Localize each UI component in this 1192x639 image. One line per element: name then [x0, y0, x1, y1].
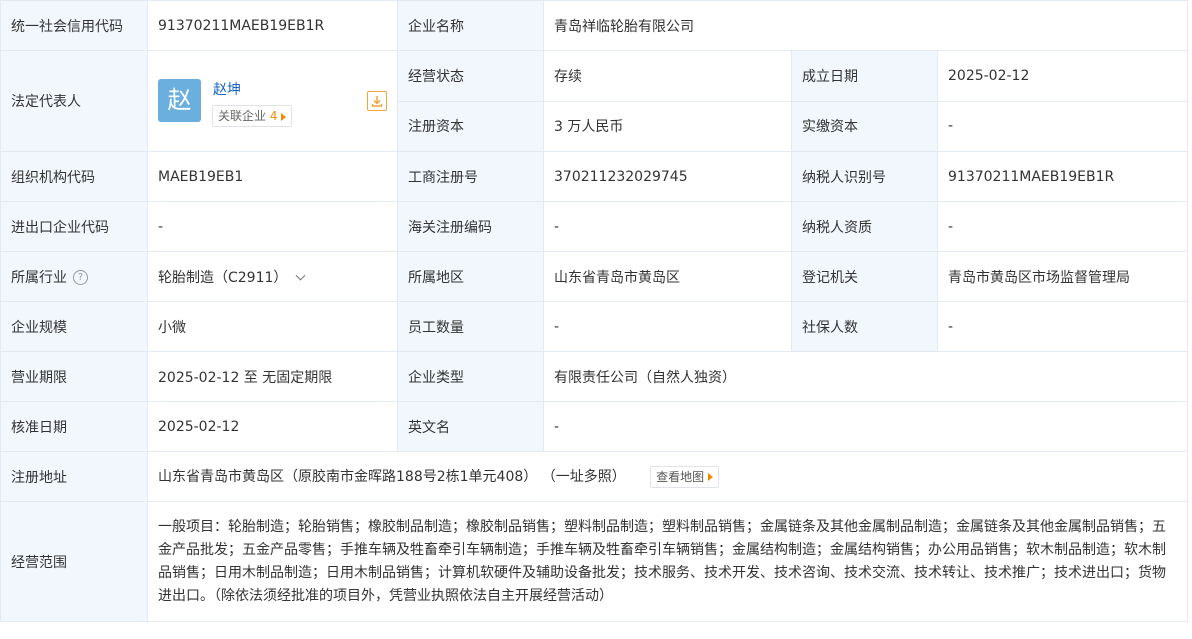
credit-code-label: 统一社会信用代码	[0, 0, 148, 51]
founded-value: 2025-02-12	[936, 50, 1189, 102]
status-label: 经营状态	[397, 50, 544, 102]
reg-authority-label: 登记机关	[791, 251, 938, 302]
scale-label: 企业规模	[0, 301, 148, 352]
company-info-table: 统一社会信用代码 91370211MAEB19EB1R 企业名称 青岛祥临轮胎有…	[0, 0, 1189, 622]
paid-capital-value: -	[936, 100, 1189, 152]
industry-value-cell[interactable]: 轮胎制造（C2911）	[147, 251, 398, 302]
scope-label: 经营范围	[0, 501, 148, 622]
customs-code-value: -	[543, 201, 792, 252]
address-value: 山东省青岛市黄岛区（原胶南市金晖路188号2栋1单元408）	[158, 468, 538, 485]
taxpayer-id-value: 91370211MAEB19EB1R	[936, 151, 1189, 202]
customs-code-label: 海关注册编码	[397, 201, 544, 252]
employees-value: -	[543, 301, 792, 352]
caret-right-icon	[708, 473, 714, 481]
avatar[interactable]: 赵	[158, 79, 201, 122]
caret-right-icon	[281, 112, 287, 121]
table-row: 法定代表人 赵 赵坤 关联企业 4 经营状态 存续 成立日期 2025-02-1…	[0, 50, 1189, 152]
region-label: 所属地区	[397, 251, 544, 302]
view-map-button[interactable]: 查看地图	[650, 465, 720, 488]
legal-rep-label: 法定代表人	[0, 50, 148, 152]
table-row: 经营范围 一般项目：轮胎制造；轮胎销售；橡胶制品制造；橡胶制品销售；塑料制品制造…	[0, 501, 1189, 622]
taxpayer-id-label: 纳税人识别号	[791, 151, 938, 202]
related-companies-count: 4	[269, 109, 278, 123]
view-map-label: 查看地图	[656, 469, 705, 484]
approval-date-value: 2025-02-12	[147, 401, 398, 452]
scope-value: 一般项目：轮胎制造；轮胎销售；橡胶制品制造；橡胶制品销售；塑料制品制造；塑料制品…	[146, 501, 1189, 622]
table-row: 营业期限 2025-02-12 至 无固定期限 企业类型 有限责任公司（自然人独…	[0, 351, 1189, 402]
term-value: 2025-02-12 至 无固定期限	[147, 351, 398, 402]
address-label: 注册地址	[0, 451, 148, 502]
biz-reg-no-label: 工商注册号	[397, 151, 544, 202]
table-row: 核准日期 2025-02-12 英文名 -	[0, 401, 1189, 452]
company-name-label: 企业名称	[397, 0, 544, 51]
reg-capital-label: 注册资本	[397, 100, 544, 152]
approval-date-label: 核准日期	[0, 401, 148, 452]
org-code-label: 组织机构代码	[0, 151, 148, 202]
paid-capital-label: 实缴资本	[791, 100, 938, 152]
term-label: 营业期限	[0, 351, 148, 402]
import-export-code-label: 进出口企业代码	[0, 201, 148, 252]
chevron-down-icon[interactable]	[295, 270, 306, 280]
table-row: 注册地址 山东省青岛市黄岛区（原胶南市金晖路188号2栋1单元408） （一址多…	[0, 451, 1189, 502]
region-value: 山东省青岛市黄岛区	[543, 251, 792, 302]
address-extra: （一址多照）	[541, 468, 626, 485]
industry-label: 所属行业	[11, 269, 67, 286]
industry-value: 轮胎制造（C2911）	[158, 269, 288, 286]
org-code-value: MAEB19EB1	[147, 151, 398, 202]
table-row: 统一社会信用代码 91370211MAEB19EB1R 企业名称 青岛祥临轮胎有…	[0, 0, 1189, 51]
download-icon[interactable]	[367, 91, 387, 111]
employees-label: 员工数量	[397, 301, 544, 352]
legal-rep-cell: 赵 赵坤 关联企业 4	[147, 50, 398, 152]
legal-rep-name-link[interactable]: 赵坤	[213, 79, 241, 99]
question-icon[interactable]: ?	[73, 270, 88, 285]
scale-value: 小微	[147, 301, 398, 352]
related-companies-label: 关联企业	[218, 109, 267, 123]
table-row: 进出口企业代码 - 海关注册编码 - 纳税人资质 -	[0, 201, 1189, 252]
company-name-value: 青岛祥临轮胎有限公司	[542, 0, 1189, 51]
social-security-value: -	[936, 301, 1189, 352]
taxpayer-qual-value: -	[936, 201, 1189, 252]
reg-authority-value: 青岛市黄岛区市场监督管理局	[936, 251, 1189, 302]
company-type-label: 企业类型	[397, 351, 544, 402]
table-row: 所属行业? 轮胎制造（C2911） 所属地区 山东省青岛市黄岛区 登记机关 青岛…	[0, 251, 1189, 302]
credit-code-value: 91370211MAEB19EB1R	[147, 0, 398, 51]
reg-capital-value: 3 万人民币	[543, 100, 792, 152]
biz-reg-no-value: 370211232029745	[543, 151, 792, 202]
address-value-cell: 山东省青岛市黄岛区（原胶南市金晖路188号2栋1单元408） （一址多照） 查看…	[146, 451, 1189, 502]
industry-label-cell: 所属行业?	[0, 251, 148, 302]
table-row: 组织机构代码 MAEB19EB1 工商注册号 370211232029745 纳…	[0, 151, 1189, 202]
status-value: 存续	[543, 50, 792, 102]
import-export-code-value: -	[147, 201, 398, 252]
taxpayer-qual-label: 纳税人资质	[791, 201, 938, 252]
founded-label: 成立日期	[791, 50, 938, 102]
related-companies-button[interactable]: 关联企业 4	[212, 105, 293, 127]
company-type-value: 有限责任公司（自然人独资）	[542, 351, 1189, 402]
english-name-value: -	[542, 401, 1189, 452]
table-row: 企业规模 小微 员工数量 - 社保人数 -	[0, 301, 1189, 352]
english-name-label: 英文名	[397, 401, 544, 452]
social-security-label: 社保人数	[791, 301, 938, 352]
